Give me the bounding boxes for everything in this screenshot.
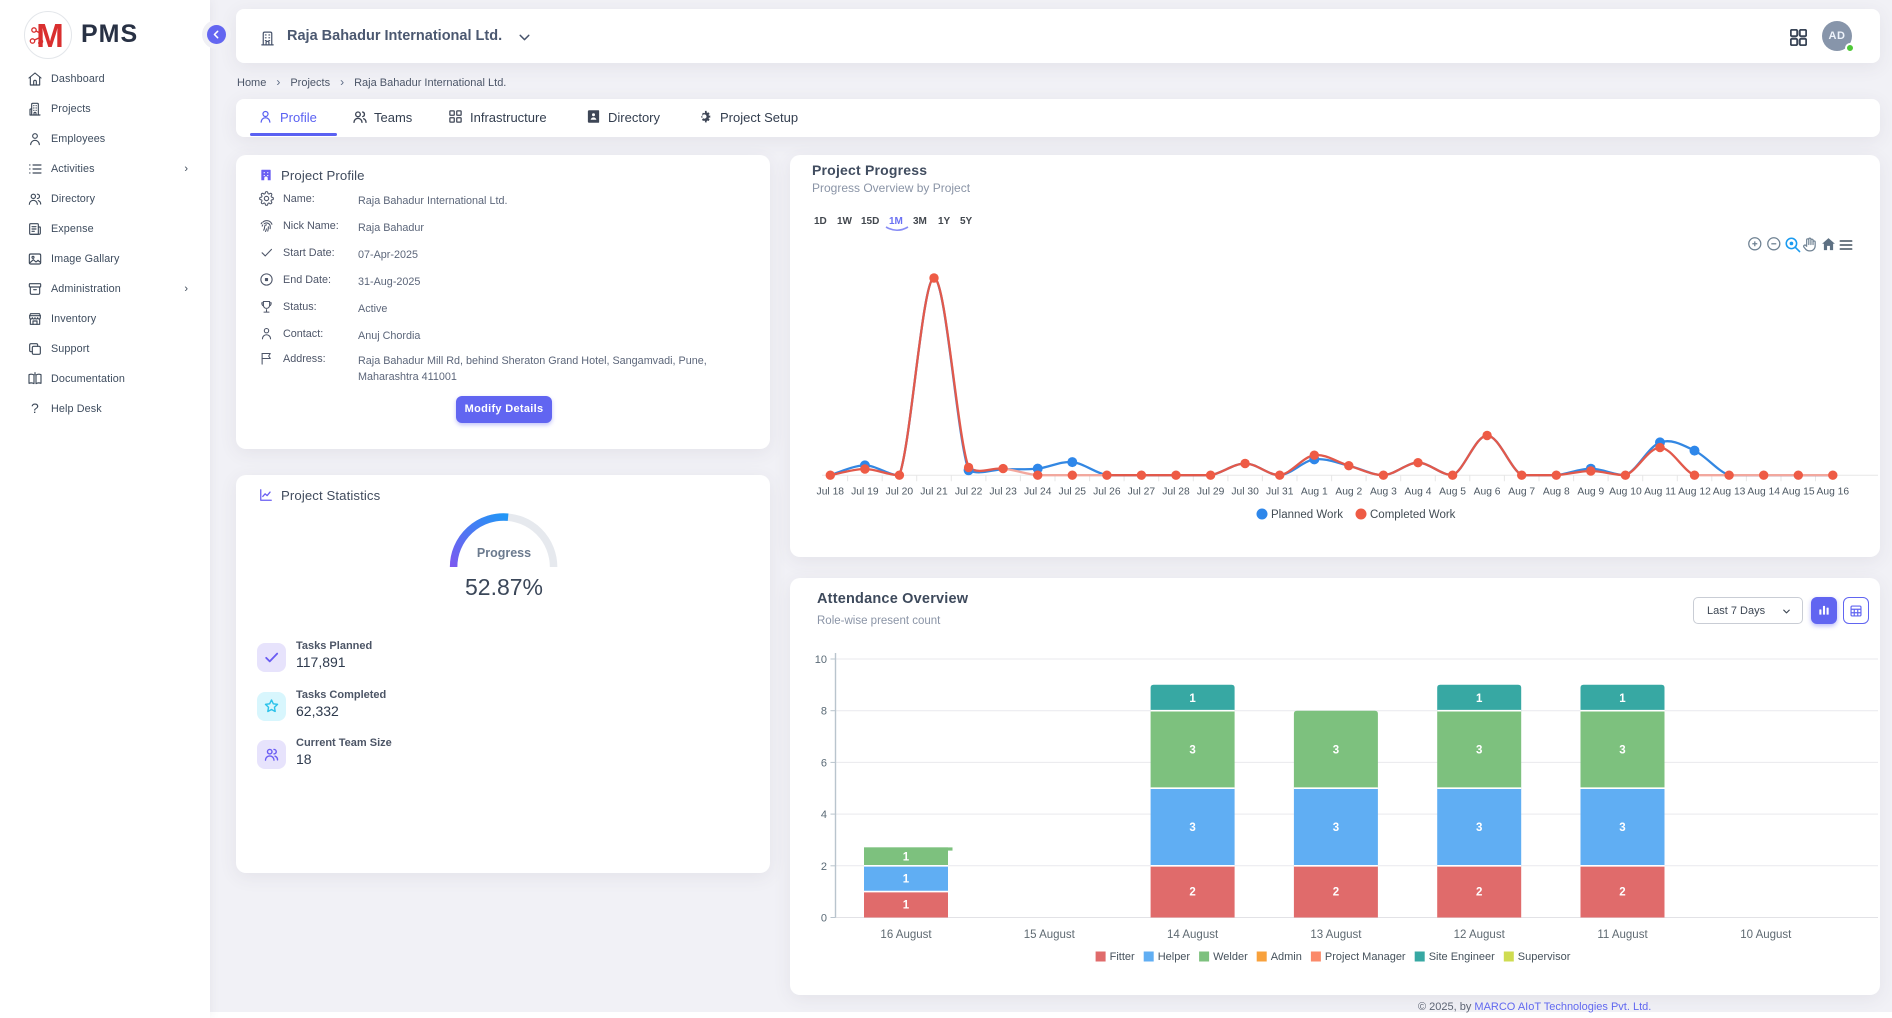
svg-text:3: 3 (1619, 745, 1625, 757)
svg-text:Jul 30: Jul 30 (1231, 487, 1259, 498)
svg-text:3: 3 (1333, 822, 1339, 834)
svg-text:16 August: 16 August (880, 929, 932, 941)
svg-text:Aug 13: Aug 13 (1713, 487, 1746, 498)
svg-text:Jul 18: Jul 18 (817, 487, 845, 498)
svg-text:Jul 23: Jul 23 (989, 487, 1017, 498)
svg-text:14 August: 14 August (1167, 929, 1219, 941)
svg-text:Jul 19: Jul 19 (851, 487, 879, 498)
svg-text:3: 3 (1189, 745, 1195, 757)
svg-text:0: 0 (821, 913, 827, 925)
svg-text:Aug 3: Aug 3 (1370, 487, 1397, 498)
svg-text:Admin: Admin (1271, 951, 1302, 963)
svg-text:Jul 24: Jul 24 (1024, 487, 1052, 498)
svg-text:Aug 14: Aug 14 (1747, 487, 1780, 498)
svg-text:3: 3 (1189, 822, 1195, 834)
svg-text:Aug 7: Aug 7 (1508, 487, 1535, 498)
svg-text:Aug 4: Aug 4 (1405, 487, 1432, 498)
svg-text:Jul 29: Jul 29 (1197, 487, 1225, 498)
svg-text:1: 1 (903, 900, 910, 912)
svg-text:2: 2 (1189, 887, 1195, 899)
svg-text:Jul 27: Jul 27 (1128, 487, 1156, 498)
svg-text:4: 4 (821, 809, 827, 821)
svg-text:Jul 25: Jul 25 (1059, 487, 1087, 498)
svg-text:2: 2 (1333, 887, 1339, 899)
svg-text:3: 3 (1476, 822, 1482, 834)
svg-text:Jul 20: Jul 20 (886, 487, 914, 498)
svg-text:3: 3 (1619, 822, 1625, 834)
svg-text:Aug 11: Aug 11 (1644, 487, 1676, 498)
svg-text:1: 1 (1619, 693, 1626, 705)
svg-text:Project Manager: Project Manager (1325, 951, 1406, 963)
svg-text:1: 1 (1189, 693, 1196, 705)
svg-text:Site Engineer: Site Engineer (1429, 951, 1495, 963)
svg-text:Aug 1: Aug 1 (1301, 487, 1328, 498)
svg-text:Planned Work: Planned Work (1271, 509, 1343, 521)
svg-text:1: 1 (903, 874, 910, 886)
svg-text:10 August: 10 August (1740, 929, 1792, 941)
svg-text:Aug 15: Aug 15 (1782, 487, 1815, 498)
svg-text:2: 2 (821, 861, 827, 873)
svg-text:Aug 6: Aug 6 (1474, 487, 1501, 498)
svg-text:1: 1 (903, 852, 910, 864)
svg-text:Jul 28: Jul 28 (1162, 487, 1190, 498)
svg-text:12 August: 12 August (1454, 929, 1506, 941)
svg-text:13 August: 13 August (1310, 929, 1362, 941)
svg-text:Completed Work: Completed Work (1370, 509, 1456, 521)
svg-text:Aug 5: Aug 5 (1439, 487, 1466, 498)
svg-text:2: 2 (1619, 887, 1625, 899)
svg-text:Helper: Helper (1158, 951, 1191, 963)
svg-text:Aug 9: Aug 9 (1577, 487, 1604, 498)
svg-text:Supervisor: Supervisor (1518, 951, 1571, 963)
svg-text:Fitter: Fitter (1110, 951, 1135, 963)
svg-text:10: 10 (815, 654, 827, 666)
svg-text:Jul 26: Jul 26 (1093, 487, 1121, 498)
svg-text:15 August: 15 August (1024, 929, 1076, 941)
svg-text:Aug 10: Aug 10 (1609, 487, 1642, 498)
svg-text:8: 8 (821, 706, 827, 718)
svg-text:2: 2 (1476, 887, 1482, 899)
svg-text:Welder: Welder (1213, 951, 1248, 963)
svg-text:Aug 16: Aug 16 (1816, 487, 1849, 498)
svg-text:11 August: 11 August (1597, 929, 1648, 941)
svg-text:Jul 21: Jul 21 (920, 487, 948, 498)
svg-text:Aug 8: Aug 8 (1543, 487, 1570, 498)
svg-text:Aug 2: Aug 2 (1335, 487, 1362, 498)
svg-text:1: 1 (1476, 693, 1483, 705)
svg-text:Jul 31: Jul 31 (1266, 487, 1294, 498)
svg-text:6: 6 (821, 757, 827, 769)
svg-text:Aug 12: Aug 12 (1678, 487, 1711, 498)
svg-text:3: 3 (1476, 745, 1482, 757)
svg-text:Jul 22: Jul 22 (955, 487, 983, 498)
svg-text:3: 3 (1333, 745, 1339, 757)
